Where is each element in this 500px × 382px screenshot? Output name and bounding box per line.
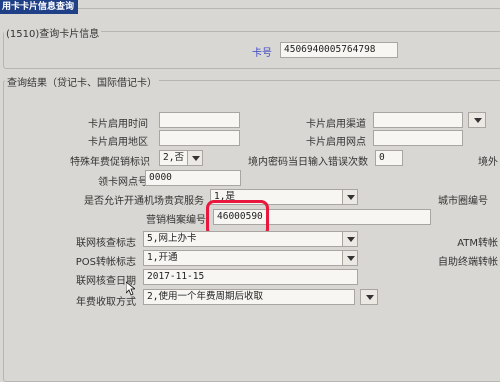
pos-transfer-dropdown[interactable] [342, 251, 357, 265]
city-circle-label: 城市圈编号 [438, 196, 488, 207]
network-check-flag-label: 联网核查标志 [76, 238, 136, 249]
airport-vip-dropdown[interactable] [342, 190, 357, 204]
card-enable-region-label: 卡片启用地区 [88, 137, 148, 148]
card-enable-channel-dropdown[interactable] [468, 112, 486, 128]
pwd-error-field[interactable]: 0 [375, 150, 403, 166]
annual-fee-method-label: 年费收取方式 [76, 297, 136, 308]
card-no-field[interactable]: 4506940005764798 [280, 42, 398, 58]
chevron-down-icon [366, 295, 374, 300]
card-enable-outlet-label: 卡片启用网点 [306, 137, 366, 148]
network-check-flag-value: 5,网上办卡 [147, 233, 197, 244]
pickup-outlet-field[interactable]: 0000 [145, 170, 241, 186]
card-no-label: 卡号 [252, 48, 272, 59]
network-check-date-label: 联网核查日期 [76, 276, 136, 287]
special-fee-value: 2,否 [163, 152, 184, 163]
marketing-no-label: 营销档案编号 [146, 215, 206, 226]
network-check-date-field[interactable]: 2017-11-15 [143, 269, 358, 285]
annual-fee-method-dropdown[interactable] [360, 289, 378, 305]
special-fee-label: 特殊年费促销标识 [70, 157, 150, 168]
card-enable-time-field[interactable] [159, 112, 240, 128]
mouse-cursor-icon [126, 282, 135, 296]
special-fee-select[interactable]: 2,否 [159, 150, 203, 166]
chevron-down-icon [347, 256, 355, 261]
window-tab-title[interactable]: 用卡卡片信息查询 [0, 0, 78, 14]
chevron-down-icon [192, 156, 200, 161]
tab-divider [78, 8, 500, 9]
pos-transfer-label: POS转帐标志 [75, 257, 136, 268]
special-fee-dropdown[interactable] [187, 151, 202, 165]
card-enable-outlet-field[interactable] [373, 130, 463, 146]
card-enable-time-label: 卡片启用时间 [88, 119, 148, 130]
card-enable-channel-label: 卡片启用渠道 [306, 119, 366, 130]
chevron-down-icon [347, 195, 355, 200]
pos-transfer-select[interactable]: 1,开通 [143, 250, 358, 266]
card-enable-region-field[interactable] [159, 130, 240, 146]
chevron-down-icon [347, 237, 355, 242]
overseas-label: 境外 [478, 157, 498, 168]
pickup-outlet-label: 领卡网点号 [98, 177, 148, 188]
network-check-flag-dropdown[interactable] [342, 232, 357, 246]
self-service-label: 自助终端转帐 [438, 257, 498, 268]
network-check-flag-select[interactable]: 5,网上办卡 [143, 231, 358, 247]
chevron-down-icon [474, 118, 482, 123]
airport-vip-label: 是否允许开通机场贵宾服务 [84, 196, 204, 207]
result-group-title: 查询结果（贷记卡、国际借记卡） [5, 74, 159, 89]
atm-transfer-label: ATM转帐 [457, 238, 498, 249]
pos-transfer-value: 1,开通 [147, 252, 178, 263]
annual-fee-method-field[interactable]: 2,使用一个年费周期后收取 [143, 289, 355, 305]
pwd-error-label: 境内密码当日输入错误次数 [248, 157, 368, 168]
card-enable-channel-field[interactable] [373, 112, 463, 128]
query-group-title: (1510)查询卡片信息 [4, 25, 102, 40]
